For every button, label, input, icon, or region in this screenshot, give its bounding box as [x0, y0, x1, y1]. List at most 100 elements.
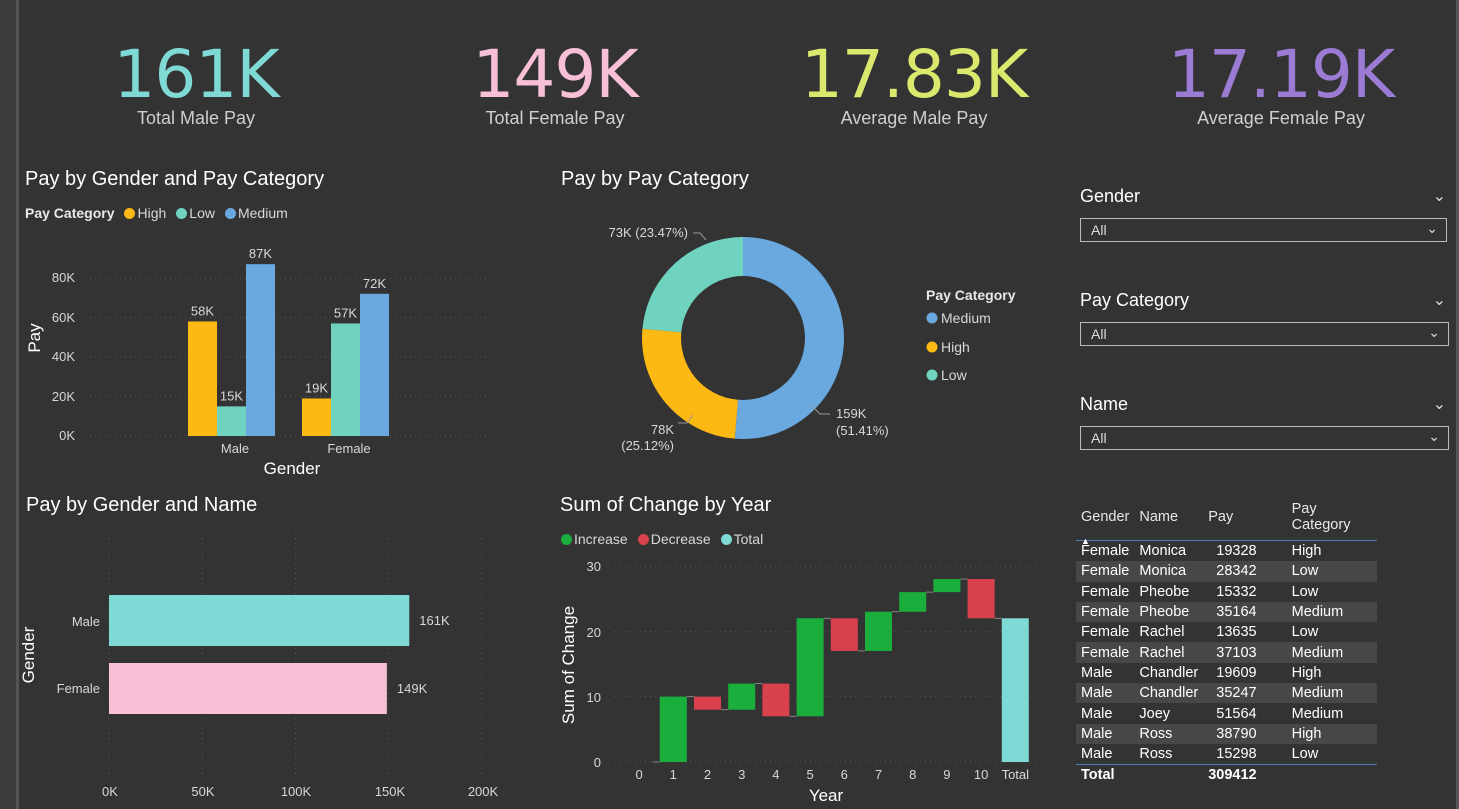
- slicer-value: All: [1091, 326, 1107, 342]
- data-label: 58K: [191, 303, 214, 318]
- bar-year-5[interactable]: [796, 618, 824, 717]
- table-row[interactable]: Female Monica 28342 Low: [1076, 561, 1377, 582]
- chart-sum-of-change-by-year[interactable]: 30 20 10 0 Sum of Change 0 1 2 3 4 5 6 7 8 9 10 Tot…: [555, 555, 1045, 809]
- legend-title: Pay Category: [25, 205, 115, 221]
- data-label-medium-pct: (51.41%): [836, 423, 889, 438]
- legend-label: Low: [189, 205, 215, 221]
- bar-low-male[interactable]: [217, 406, 246, 436]
- bar-year-4[interactable]: [762, 683, 790, 717]
- legend-item-high[interactable]: High: [124, 205, 166, 221]
- legend-label: Decrease: [650, 531, 711, 547]
- legend-item-decrease[interactable]: Decrease: [637, 531, 711, 547]
- x-tick: 50K: [191, 784, 214, 799]
- col-header-pay[interactable]: Pay: [1203, 498, 1287, 541]
- chart-pay-by-gender-category[interactable]: 80K 60K 40K 20K 0K Pay 58K 15K 87K 19K 57K 72…: [20, 240, 500, 485]
- kpi-value: 161K: [113, 36, 279, 113]
- slicer-header[interactable]: Name ⌄: [1080, 394, 1450, 420]
- bar-medium-female[interactable]: [360, 293, 389, 436]
- bar-year-3[interactable]: [728, 683, 756, 710]
- col-header-gender[interactable]: Gender ▲: [1076, 498, 1135, 546]
- chart-pay-by-gender-name[interactable]: Gender Male Female 161K149K 0K 50K 100K …: [20, 525, 520, 805]
- chevron-down-icon[interactable]: ⌄: [1433, 186, 1446, 206]
- table-row[interactable]: Female Rachel 37103 Medium: [1076, 642, 1377, 663]
- table-row[interactable]: Male Joey 51564 Medium: [1076, 703, 1377, 723]
- legend-label-high[interactable]: High: [941, 339, 970, 355]
- legend-label: Increase: [574, 531, 628, 547]
- bar-year-10[interactable]: [967, 579, 995, 619]
- kpi-value: 17.83K: [800, 36, 1028, 113]
- leader-line: [693, 232, 707, 241]
- x-tick: 2: [704, 767, 711, 782]
- table-row[interactable]: Female Monica 19328 High: [1076, 541, 1377, 562]
- bar-high-female[interactable]: [302, 398, 331, 436]
- legend-dot-low: [926, 369, 938, 381]
- slicer-dropdown-gender[interactable]: All ⌄: [1080, 218, 1447, 242]
- cell-gender: Male: [1081, 664, 1113, 681]
- chart-title-pay-by-category: Pay by Pay Category: [561, 168, 749, 190]
- chart-pay-by-category[interactable]: 73K (23.47%) 78K (25.12%) 159K (51.41%) …: [590, 210, 1060, 460]
- slicer-header[interactable]: Gender ⌄: [1080, 186, 1450, 212]
- bar-year-6[interactable]: [830, 618, 858, 651]
- x-tick: 100K: [281, 784, 312, 799]
- cell-gender: Male: [1076, 723, 1135, 744]
- table-row[interactable]: Female Pheobe 35164 Medium: [1076, 601, 1377, 623]
- col-header-name[interactable]: Name: [1134, 498, 1204, 541]
- table-row[interactable]: Male Ross 38790 High: [1076, 723, 1377, 744]
- cell-name: Pheobe: [1134, 601, 1204, 623]
- bar-year-2[interactable]: [694, 696, 721, 710]
- total-value: 309412: [1203, 764, 1287, 786]
- bar-year-1[interactable]: [659, 696, 687, 762]
- chevron-down-icon[interactable]: ⌄: [1433, 290, 1446, 310]
- cell-pay-category: Medium: [1291, 705, 1344, 722]
- slicer-name: Name ⌄ All ⌄: [1080, 394, 1450, 450]
- legend-label-medium[interactable]: Medium: [941, 310, 991, 326]
- table-row[interactable]: Female Rachel 13635 Low: [1076, 622, 1377, 642]
- cell-pay: 37103: [1203, 642, 1287, 663]
- chart-title-pay-by-gender-category: Pay by Gender and Pay Category: [25, 168, 325, 190]
- cell-name: Pheobe: [1139, 583, 1190, 600]
- bar-low-female[interactable]: [331, 323, 360, 436]
- chevron-down-icon[interactable]: ⌄: [1433, 394, 1446, 414]
- table-row[interactable]: Male Chandler 35247 Medium: [1076, 683, 1377, 704]
- bar-high-male[interactable]: [188, 321, 217, 436]
- x-tick-female: Female: [327, 441, 370, 456]
- cell-pay-category: High: [1291, 664, 1322, 681]
- legend-item-low[interactable]: Low: [176, 205, 215, 221]
- y-axis-title: Gender: [20, 626, 38, 683]
- x-tick: 8: [909, 767, 916, 782]
- table-row[interactable]: Female Pheobe 15332 Low: [1076, 582, 1377, 602]
- slicer-dropdown-pay-category[interactable]: All ⌄: [1080, 322, 1449, 346]
- y-tick: 0K: [59, 428, 75, 443]
- chevron-down-icon: ⌄: [1426, 220, 1438, 236]
- slicer-header[interactable]: Pay Category ⌄: [1080, 290, 1450, 316]
- cell-pay: 19609: [1216, 664, 1257, 681]
- table-row[interactable]: Male Ross 15298 Low: [1076, 744, 1377, 765]
- table-total-row: Total 309412: [1076, 764, 1377, 786]
- kpi-label: Total Male Pay: [136, 108, 256, 128]
- table-row[interactable]: Male Chandler 19609 High: [1076, 663, 1377, 683]
- legend-item-increase[interactable]: Increase: [561, 531, 628, 547]
- slicer-value: All: [1091, 222, 1107, 238]
- bar-female[interactable]: [109, 663, 387, 714]
- bar-year-9[interactable]: [933, 579, 961, 593]
- cell-pay: 15332: [1216, 583, 1257, 600]
- bar-year-8[interactable]: [899, 592, 927, 612]
- data-label-medium: 159K: [836, 406, 867, 421]
- slicer-dropdown-name[interactable]: All ⌄: [1080, 426, 1449, 450]
- bar-year-7[interactable]: [865, 611, 892, 651]
- data-label: 72K: [363, 276, 386, 291]
- legend-item-total[interactable]: Total: [720, 531, 763, 547]
- bar-male[interactable]: [109, 595, 410, 646]
- col-header-pay-category[interactable]: Pay Category: [1286, 498, 1377, 541]
- bar-medium-male[interactable]: [246, 264, 275, 436]
- x-tick: 6: [841, 767, 848, 782]
- cell-pay: 38790: [1203, 723, 1287, 744]
- cell-name: Rachel: [1139, 624, 1185, 641]
- legend-label-low[interactable]: Low: [941, 367, 968, 383]
- legend-item-medium[interactable]: Medium: [224, 205, 288, 221]
- cell-pay-category: Medium: [1286, 683, 1377, 704]
- cell-pay: 35164: [1203, 601, 1287, 623]
- data-label: 19K: [305, 380, 328, 395]
- x-tick: 0K: [102, 784, 118, 799]
- bar-total[interactable]: [1001, 618, 1029, 762]
